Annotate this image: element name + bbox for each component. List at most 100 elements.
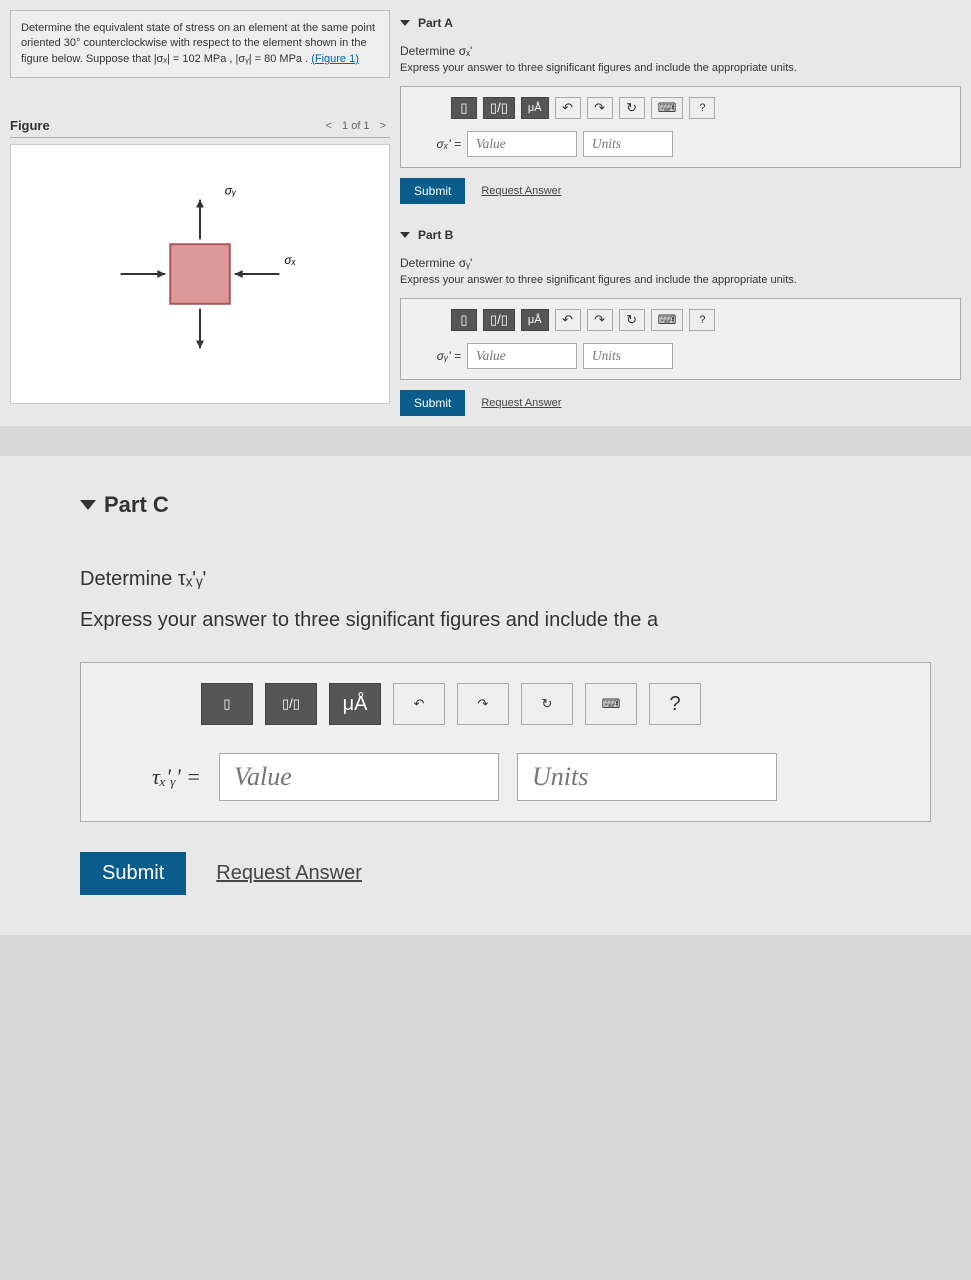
keyboard-icon: ⌨	[658, 100, 677, 116]
template-icon: ▯	[460, 312, 467, 328]
redo-button[interactable]: ↷	[457, 683, 509, 725]
part-b-input-row: σᵧ' =	[411, 343, 950, 369]
part-c-submit-button[interactable]: Submit	[80, 852, 186, 895]
keyboard-icon: ⌨	[658, 312, 677, 328]
template-button[interactable]: ▯	[451, 309, 477, 331]
part-c-toolbar: ▯ ▯/▯ μÅ ↶ ↷ ↻ ⌨ ?	[101, 683, 910, 725]
part-c-title: Part C	[104, 492, 169, 518]
part-a-submit-button[interactable]: Submit	[400, 178, 465, 204]
fraction-icon: ▯/▯	[490, 312, 508, 328]
part-a-value-input[interactable]	[467, 131, 577, 157]
template-icon: ▯	[460, 100, 467, 116]
figure-header: Figure < 1 of 1 >	[10, 118, 390, 138]
left-column: Determine the equivalent state of stress…	[10, 10, 390, 416]
undo-icon: ↶	[414, 696, 425, 712]
part-c-hint: Express your answer to three significant…	[80, 609, 931, 632]
problem-statement: Determine the equivalent state of stress…	[10, 10, 390, 78]
part-c-eq-label: τₓ'ᵧ' =	[141, 764, 201, 790]
undo-icon: ↶	[562, 312, 573, 328]
part-b-submit-row: Submit Request Answer	[400, 390, 961, 416]
undo-button[interactable]: ↶	[393, 683, 445, 725]
part-c-value-input[interactable]	[219, 753, 499, 801]
help-button[interactable]: ?	[689, 309, 715, 331]
undo-button[interactable]: ↶	[555, 309, 581, 331]
right-column: Part A Determine σₓ' Express your answer…	[400, 10, 961, 416]
part-a-units-input[interactable]	[583, 131, 673, 157]
template-icon: ▯	[223, 696, 230, 712]
part-b-units-input[interactable]	[583, 343, 673, 369]
part-a-submit-row: Submit Request Answer	[400, 178, 961, 204]
top-section: Determine the equivalent state of stress…	[0, 0, 971, 426]
part-b-answer-box: ▯ ▯/▯ μÅ ↶ ↷ ↻ ⌨ ? σᵧ' =	[400, 298, 961, 380]
stress-element-svg: σₓ σᵧ	[11, 145, 389, 403]
part-a-prompt: Determine σₓ'	[400, 44, 961, 58]
fraction-button[interactable]: ▯/▯	[265, 683, 317, 725]
part-a-header[interactable]: Part A	[400, 16, 961, 30]
part-b-prompt: Determine σᵧ'	[400, 256, 961, 270]
redo-icon: ↷	[478, 696, 489, 712]
caret-down-icon	[400, 20, 410, 26]
part-b-header[interactable]: Part B	[400, 228, 961, 242]
part-c-prompt: Determine τₓ'ᵧ'	[80, 568, 931, 591]
undo-button[interactable]: ↶	[555, 97, 581, 119]
reset-icon: ↻	[626, 312, 637, 328]
template-button[interactable]: ▯	[201, 683, 253, 725]
part-a-toolbar: ▯ ▯/▯ μÅ ↶ ↷ ↻ ⌨ ?	[411, 97, 950, 119]
reset-icon: ↻	[542, 696, 553, 712]
symbol-button[interactable]: μÅ	[521, 309, 549, 331]
caret-down-icon	[400, 232, 410, 238]
reset-icon: ↻	[626, 100, 637, 116]
part-c-submit-row: Submit Request Answer	[80, 852, 931, 895]
reset-button[interactable]: ↻	[521, 683, 573, 725]
sigma-y-label: σᵧ	[225, 184, 237, 198]
figure-title: Figure	[10, 118, 50, 133]
caret-down-icon	[80, 500, 96, 510]
part-c-input-row: τₓ'ᵧ' =	[101, 753, 910, 801]
fraction-button[interactable]: ▯/▯	[483, 309, 515, 331]
redo-icon: ↷	[594, 100, 605, 116]
part-b-submit-button[interactable]: Submit	[400, 390, 465, 416]
part-c-section: Part C Determine τₓ'ᵧ' Express your answ…	[0, 456, 971, 935]
part-a-hint: Express your answer to three significant…	[400, 62, 961, 74]
figure-next-button[interactable]: >	[376, 120, 390, 132]
keyboard-button[interactable]: ⌨	[585, 683, 637, 725]
part-b-toolbar: ▯ ▯/▯ μÅ ↶ ↷ ↻ ⌨ ?	[411, 309, 950, 331]
part-a-answer-box: ▯ ▯/▯ μÅ ↶ ↷ ↻ ⌨ ? σₓ' =	[400, 86, 961, 168]
part-b-hint: Express your answer to three significant…	[400, 274, 961, 286]
part-c-answer-box: ▯ ▯/▯ μÅ ↶ ↷ ↻ ⌨ ? τₓ'ᵧ' =	[80, 662, 931, 822]
help-button[interactable]: ?	[649, 683, 701, 725]
redo-icon: ↷	[594, 312, 605, 328]
redo-button[interactable]: ↷	[587, 97, 613, 119]
fraction-button[interactable]: ▯/▯	[483, 97, 515, 119]
part-b-title: Part B	[418, 228, 453, 242]
part-b-eq-label: σᵧ' =	[431, 349, 461, 363]
template-button[interactable]: ▯	[451, 97, 477, 119]
figure-link[interactable]: (Figure 1)	[311, 53, 359, 65]
part-b-request-answer[interactable]: Request Answer	[481, 397, 561, 409]
figure-canvas: σₓ σᵧ	[10, 144, 390, 404]
sigma-x-label: σₓ	[284, 253, 296, 267]
part-c-request-answer[interactable]: Request Answer	[216, 862, 362, 885]
reset-button[interactable]: ↻	[619, 309, 645, 331]
part-a-request-answer[interactable]: Request Answer	[481, 185, 561, 197]
figure-prev-button[interactable]: <	[322, 120, 336, 132]
keyboard-button[interactable]: ⌨	[651, 309, 684, 331]
reset-button[interactable]: ↻	[619, 97, 645, 119]
symbol-button[interactable]: μÅ	[521, 97, 549, 119]
part-b-value-input[interactable]	[467, 343, 577, 369]
fraction-icon: ▯/▯	[282, 696, 300, 712]
part-c-units-input[interactable]	[517, 753, 777, 801]
figure-section: Figure < 1 of 1 > σₓ	[10, 118, 390, 404]
fraction-icon: ▯/▯	[490, 100, 508, 116]
part-c-header[interactable]: Part C	[80, 492, 931, 518]
part-a-eq-label: σₓ' =	[431, 137, 461, 151]
keyboard-button[interactable]: ⌨	[651, 97, 684, 119]
symbol-button[interactable]: μÅ	[329, 683, 381, 725]
figure-counter: 1 of 1	[342, 120, 370, 132]
redo-button[interactable]: ↷	[587, 309, 613, 331]
figure-nav: < 1 of 1 >	[322, 120, 390, 132]
part-a-input-row: σₓ' =	[411, 131, 950, 157]
help-button[interactable]: ?	[689, 97, 715, 119]
part-a-title: Part A	[418, 16, 453, 30]
keyboard-icon: ⌨	[602, 696, 621, 712]
